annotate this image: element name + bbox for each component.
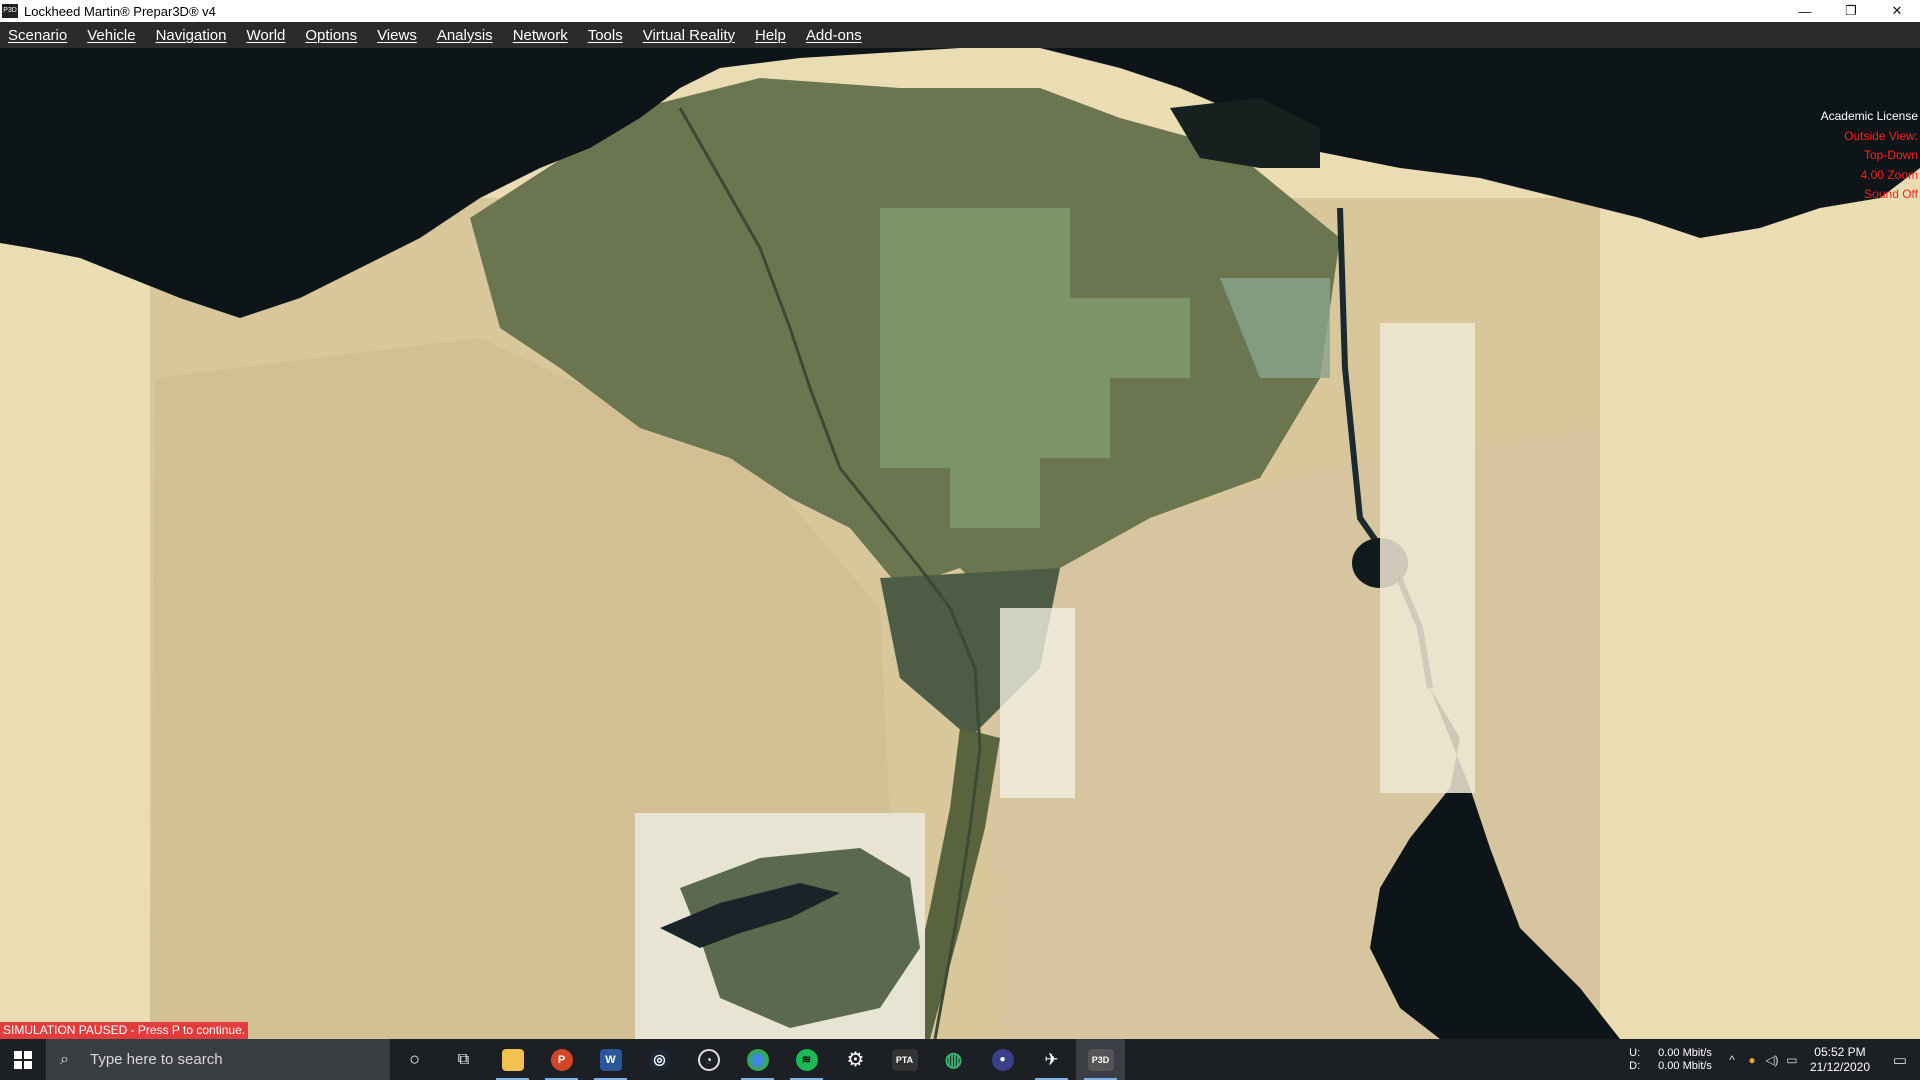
download-label: D: — [1629, 1059, 1641, 1072]
cortana-icon: ○ — [409, 1049, 420, 1069]
license-label: Academic License — [1820, 109, 1918, 123]
menu-world[interactable]: World — [238, 27, 297, 44]
steam-icon: ◎ — [648, 1048, 671, 1071]
menu-tools[interactable]: Tools — [580, 27, 635, 44]
chevron-up-icon[interactable]: ^ — [1722, 1053, 1742, 1067]
chrome-icon: ◉ — [746, 1048, 769, 1071]
task-view-button[interactable]: ⧉ — [439, 1039, 488, 1080]
system-tray: U: D: 0.00 Mbit/s 0.00 Mbit/s ^ ● ◁) ▭ 0… — [1629, 1039, 1920, 1080]
view-mode-label: Outside View: — [1844, 128, 1918, 143]
menu-scenario[interactable]: Scenario — [0, 27, 79, 44]
browser-tray-icon[interactable]: ● — [1742, 1053, 1762, 1067]
circle-app-button[interactable]: ● — [978, 1039, 1027, 1080]
flight-app-button[interactable]: ✈ — [1027, 1039, 1076, 1080]
menu-analysis[interactable]: Analysis — [429, 27, 505, 44]
flight-app-icon: ✈ — [1044, 1049, 1059, 1069]
sound-label: Sound Off — [1864, 187, 1918, 201]
steam-button[interactable]: ◎ — [635, 1039, 684, 1080]
search-icon: ⌕ — [60, 1050, 69, 1068]
upload-label: U: — [1629, 1046, 1641, 1059]
chrome-button[interactable]: ◉ — [733, 1039, 782, 1080]
spotify-button[interactable]: ≋ — [782, 1039, 831, 1080]
cortana-button[interactable]: ○ — [390, 1039, 439, 1080]
download-speed: 0.00 Mbit/s — [1658, 1059, 1712, 1072]
file-explorer-button[interactable]: ▬ — [488, 1039, 537, 1080]
word-icon: W — [599, 1048, 622, 1071]
notification-icon[interactable]: ▭ — [1880, 1051, 1920, 1069]
file-explorer-icon: ▬ — [501, 1048, 524, 1071]
restore-button[interactable]: ❐ — [1828, 0, 1874, 22]
word-button[interactable]: W — [586, 1039, 635, 1080]
view-type-label: Top-Down — [1863, 148, 1918, 162]
network-icon[interactable]: ▭ — [1782, 1053, 1802, 1067]
simulator-view[interactable]: Academic License Outside View: Top-Down … — [0, 48, 1920, 1039]
clock-date: 21/12/2020 — [1809, 1059, 1870, 1074]
menu-add-ons[interactable]: Add-ons — [798, 27, 874, 44]
windows-logo-icon — [14, 1050, 32, 1069]
view-info-overlay: Academic License Outside View: Top-Down … — [1821, 107, 1918, 205]
powerpoint-button[interactable]: P — [537, 1039, 586, 1080]
speaker-icon[interactable]: ◁) — [1762, 1053, 1782, 1067]
search-placeholder: Type here to search — [90, 1051, 223, 1068]
menu-help[interactable]: Help — [747, 27, 798, 44]
close-button[interactable]: ✕ — [1874, 0, 1920, 22]
menu-bar: Scenario Vehicle Navigation World Option… — [0, 22, 1920, 48]
start-button[interactable] — [0, 1039, 46, 1080]
speedometer-icon: ◔ — [697, 1048, 720, 1071]
minimize-button[interactable]: — — [1782, 0, 1828, 22]
pta-button[interactable]: PTA — [880, 1039, 929, 1080]
network-labels: U: D: — [1629, 1047, 1640, 1073]
settings-icon: ⚙ — [846, 1049, 865, 1071]
clock[interactable]: 05:52 PM 21/12/2020 — [1810, 1045, 1870, 1075]
menu-network[interactable]: Network — [505, 27, 580, 44]
powerpoint-icon: P — [550, 1048, 573, 1071]
window-title-bar: P3D Lockheed Martin® Prepar3D® v4 — ❐ ✕ — [0, 0, 1920, 22]
simulation-paused-banner: SIMULATION PAUSED - Press P to continue. — [0, 1022, 249, 1039]
menu-navigation[interactable]: Navigation — [148, 27, 239, 44]
task-view-icon: ⧉ — [457, 1050, 470, 1068]
menu-virtual-reality[interactable]: Virtual Reality — [635, 27, 747, 44]
pta-icon: PTA — [891, 1048, 918, 1071]
globe-app-icon: ◍ — [944, 1049, 963, 1071]
menu-vehicle[interactable]: Vehicle — [79, 27, 147, 44]
menu-views[interactable]: Views — [369, 27, 429, 44]
circle-app-icon: ● — [991, 1048, 1014, 1071]
settings-button[interactable]: ⚙ — [831, 1039, 880, 1080]
network-speeds: 0.00 Mbit/s 0.00 Mbit/s — [1658, 1047, 1712, 1073]
p3d-button[interactable]: P3D — [1076, 1039, 1125, 1080]
upload-speed: 0.00 Mbit/s — [1658, 1046, 1712, 1059]
taskbar-search-box[interactable]: ⌕ Type here to search — [46, 1039, 390, 1080]
menu-options[interactable]: Options — [297, 27, 369, 44]
windows-taskbar: ⌕ Type here to search ○ ⧉ ▬ P W ◎ ◔ ◉ ≋ … — [0, 1039, 1920, 1080]
window-title: Lockheed Martin® Prepar3D® v4 — [24, 3, 216, 19]
speedometer-button[interactable]: ◔ — [684, 1039, 733, 1080]
globe-app-button[interactable]: ◍ — [929, 1039, 978, 1080]
satellite-terrain-map — [0, 48, 1920, 1039]
p3d-icon: P3D — [1087, 1048, 1114, 1071]
zoom-label: 4.00 Zoom — [1860, 167, 1918, 182]
prepar3d-app-icon: P3D — [2, 4, 18, 18]
clock-time: 05:52 PM — [1814, 1044, 1866, 1059]
window-controls: — ❐ ✕ — [1782, 0, 1920, 22]
spotify-icon: ≋ — [795, 1048, 818, 1071]
